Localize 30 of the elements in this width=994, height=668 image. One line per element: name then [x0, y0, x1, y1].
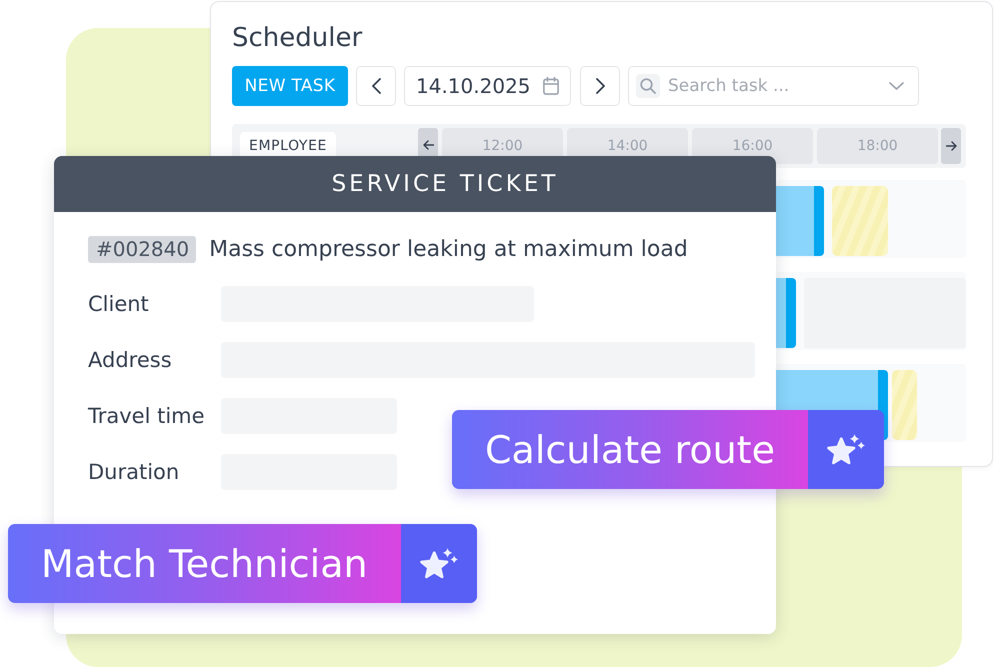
chevron-down-icon [889, 82, 904, 90]
event-bar[interactable] [776, 278, 796, 348]
arrow-left-icon [422, 140, 434, 150]
field-label: Client [88, 292, 150, 316]
date-field[interactable]: 14.10.2025 [404, 66, 571, 106]
striped-event-block[interactable] [832, 186, 888, 256]
striped-event-block[interactable] [892, 370, 917, 440]
next-day-button[interactable] [580, 66, 620, 106]
calendar-icon [543, 77, 559, 95]
field-label: Address [88, 348, 173, 372]
scroll-right-button[interactable] [941, 128, 961, 164]
previous-day-button[interactable] [356, 66, 396, 106]
ticket-title: SERVICE TICKET [332, 171, 558, 197]
scroll-left-button[interactable] [418, 128, 438, 156]
search-icon [636, 74, 660, 98]
chevron-left-icon [372, 78, 380, 94]
arrow-right-icon [946, 141, 956, 151]
sparkles-icon [400, 524, 477, 603]
chevron-right-icon [596, 78, 604, 94]
search-field[interactable]: Search task ... [628, 66, 919, 106]
ticket-number: #002840 [88, 236, 196, 263]
event-bar[interactable] [776, 186, 824, 256]
field-label: Travel time [88, 404, 206, 428]
new-task-button[interactable]: NEW TASK [232, 66, 348, 106]
action-button[interactable]: Calculate route [452, 410, 884, 489]
window-title: Scheduler [232, 22, 362, 54]
action-button[interactable]: Match Technician [8, 524, 477, 603]
time-slot-header: 18:00 [817, 128, 938, 164]
field-label: Duration [88, 460, 180, 484]
ticket-summary: Mass compressor leaking at maximum load [209, 237, 688, 262]
